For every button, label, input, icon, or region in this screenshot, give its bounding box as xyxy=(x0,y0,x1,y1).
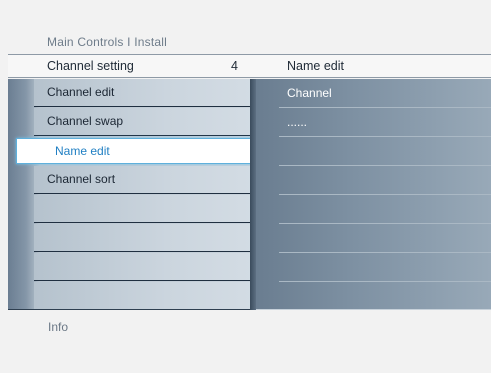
menu-item-label: Channel sort xyxy=(47,172,116,186)
header-count: 4 xyxy=(231,59,238,73)
detail-row[interactable]: Channel xyxy=(279,79,491,108)
detail-row[interactable] xyxy=(279,224,491,253)
detail-row[interactable] xyxy=(279,137,491,166)
detail-panel-title: Name edit xyxy=(287,59,344,73)
menu-item-empty[interactable] xyxy=(34,253,255,281)
detail-row[interactable] xyxy=(279,282,491,311)
header-title: Channel setting xyxy=(47,59,134,73)
menu-item-empty[interactable] xyxy=(34,282,255,310)
menu-item-label: Channel edit xyxy=(47,85,115,99)
detail-row[interactable] xyxy=(279,166,491,195)
detail-row-label: ...... xyxy=(287,115,308,129)
menu-item-channel-edit[interactable]: Channel edit xyxy=(34,79,255,107)
detail-row[interactable]: ...... xyxy=(279,108,491,137)
menu-item-empty[interactable] xyxy=(34,224,255,252)
breadcrumb: Main Controls I Install xyxy=(47,35,167,49)
info-footer: Info xyxy=(8,310,491,373)
menu-item-empty[interactable] xyxy=(34,195,255,223)
menu-item-label: Channel swap xyxy=(47,114,124,128)
detail-row-label: Channel xyxy=(287,86,332,100)
menu-item-channel-sort[interactable]: Channel sort xyxy=(34,166,255,194)
info-label: Info xyxy=(48,320,69,334)
menu-panel: Channel edit Channel swap Name edit Chan… xyxy=(8,79,256,310)
detail-row[interactable] xyxy=(279,195,491,224)
menu-item-label: Name edit xyxy=(55,144,110,158)
tv-menu-screen: Main Controls I Install Channel setting … xyxy=(0,0,491,373)
detail-row[interactable] xyxy=(279,253,491,282)
menu-item-channel-swap[interactable]: Channel swap xyxy=(34,108,255,136)
menu-item-name-edit[interactable]: Name edit xyxy=(16,138,256,164)
header-row: Channel setting 4 Name edit xyxy=(8,54,491,78)
detail-panel: Channel ...... xyxy=(256,79,491,311)
